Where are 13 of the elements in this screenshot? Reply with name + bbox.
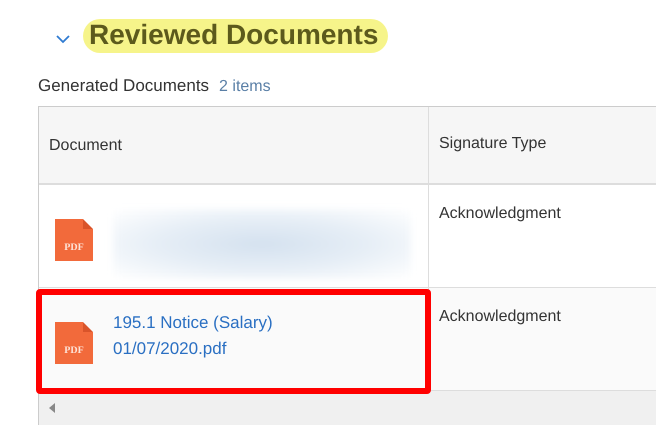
pdf-file-icon: PDF	[55, 322, 93, 364]
column-header: Signature Type	[439, 135, 546, 152]
column-header: Document	[49, 137, 122, 154]
signature-type: Acknowledgment	[439, 205, 561, 222]
grid-title: Generated Documents	[38, 76, 210, 96]
item-count: 2 items	[219, 78, 271, 96]
chevron-icon[interactable]	[55, 34, 71, 44]
horizontal-scrollbar[interactable]	[39, 391, 656, 425]
signature-type: Acknowledgment	[439, 308, 561, 325]
section-title: Reviewed Documents	[83, 19, 388, 53]
scroll-left-icon[interactable]	[49, 403, 56, 413]
document-link[interactable]: 195.1 Notice (Salary) 01/07/2020.pdf	[113, 310, 353, 362]
pdf-file-icon: PDF	[55, 219, 93, 261]
